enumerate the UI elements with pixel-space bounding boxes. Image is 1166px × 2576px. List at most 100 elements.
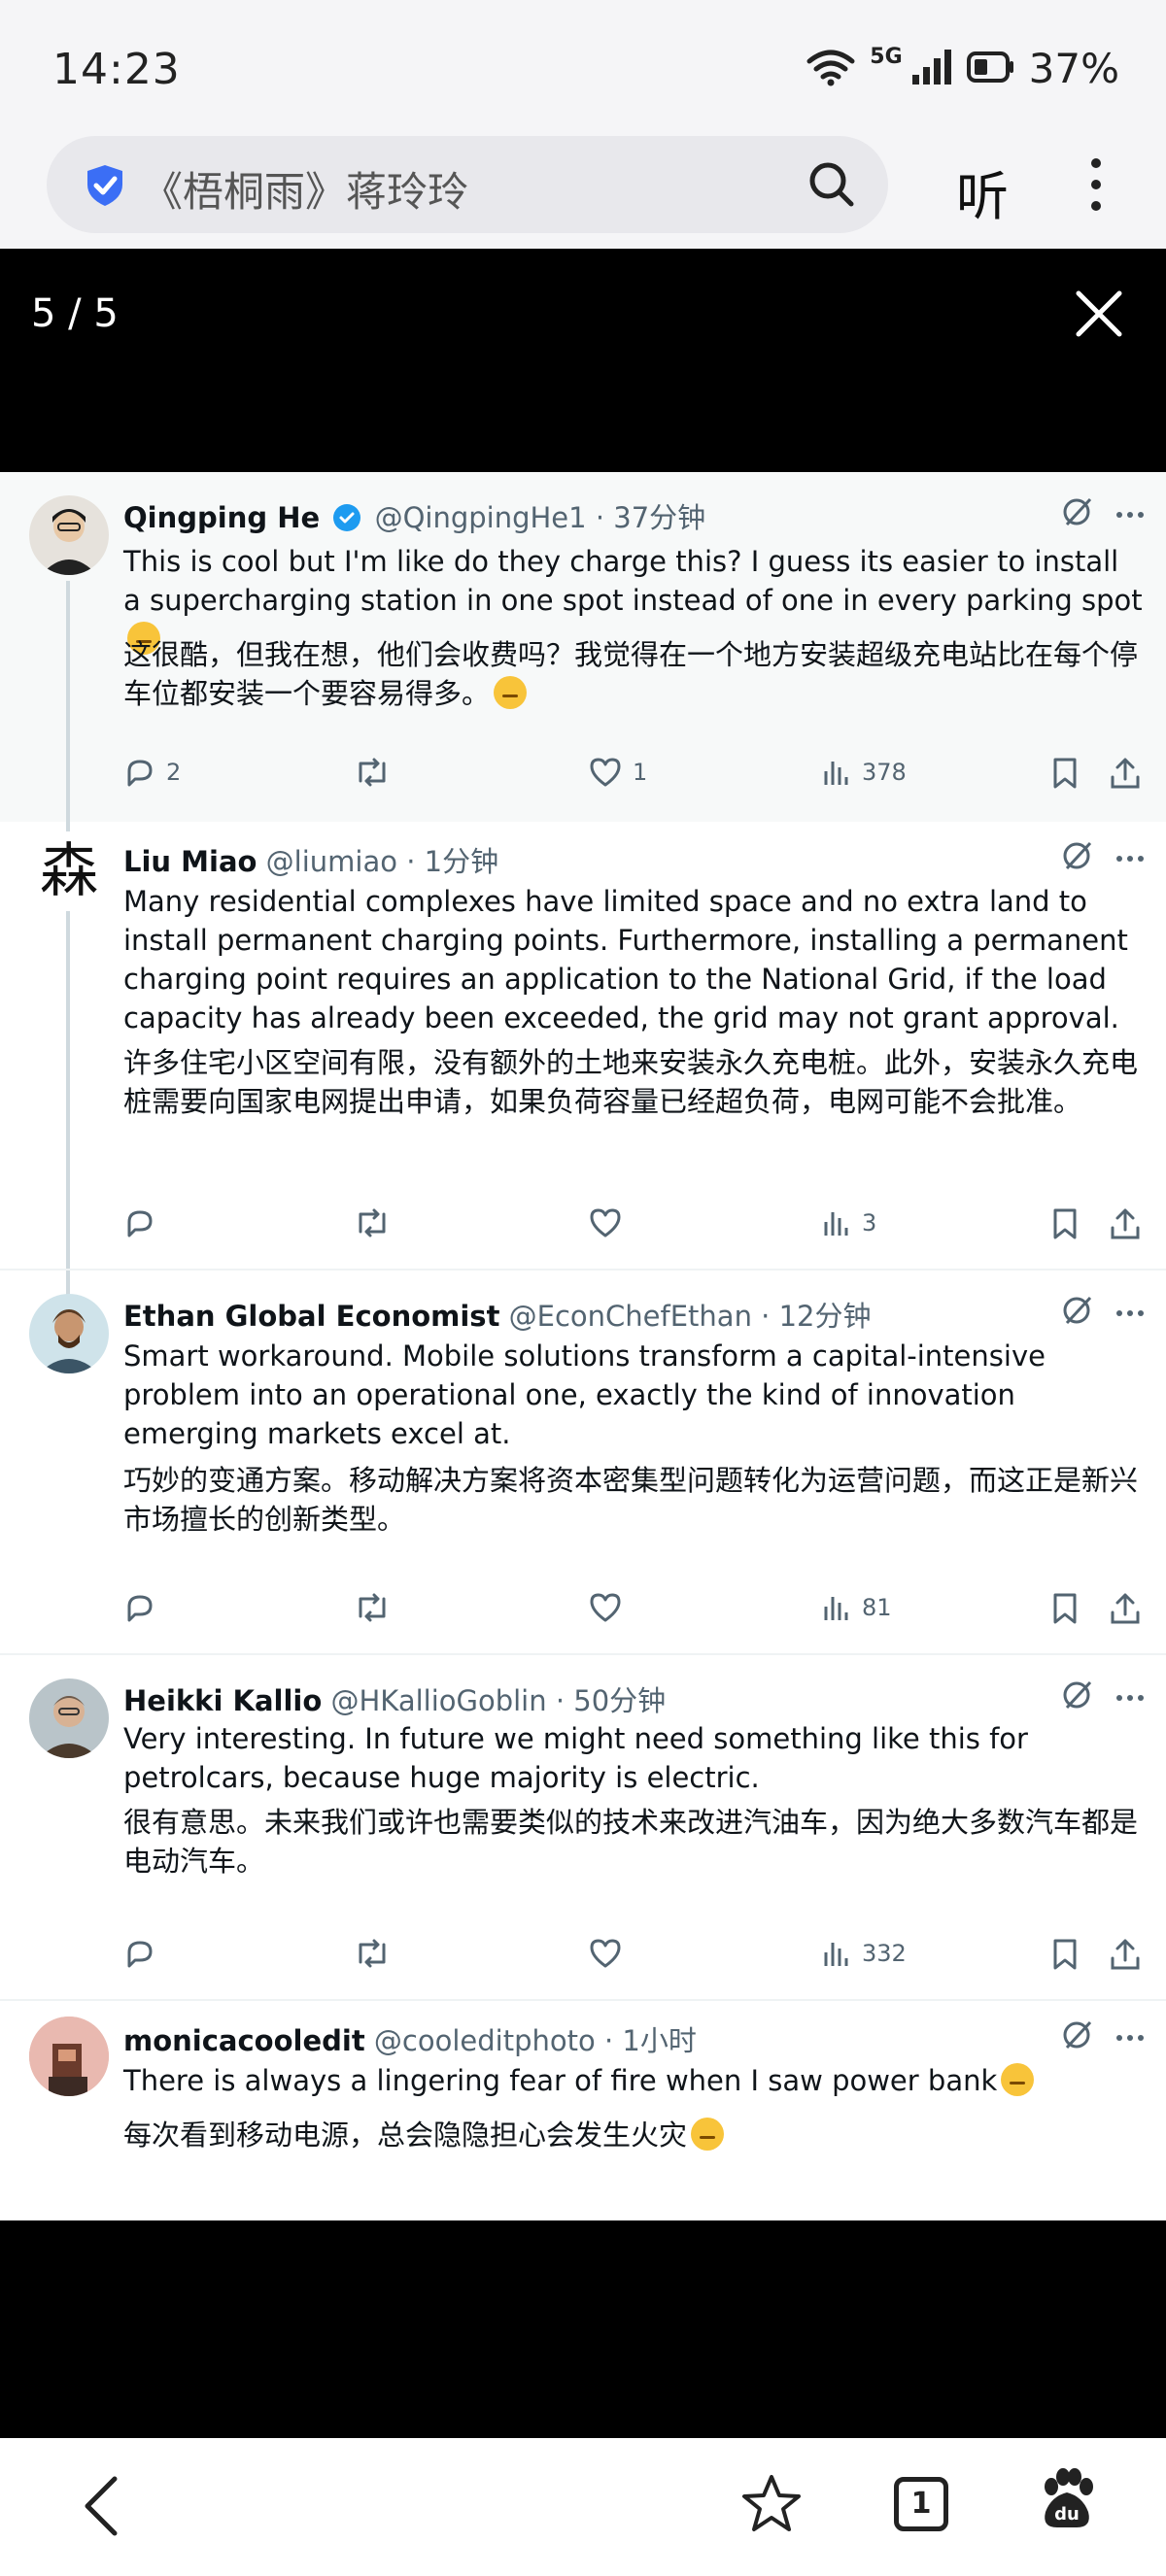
tweet-item: Qingping He @QingpingHe1 · 37分钟 This is … (0, 472, 1166, 1300)
author-name[interactable]: Ethan Global Economist (123, 1300, 499, 1333)
tweet-screenshot: Qingping He @QingpingHe1 · 37分钟 This is … (0, 472, 1166, 2220)
tweet-actions: 332 (123, 1937, 1153, 1976)
author-name[interactable]: Liu Miao (123, 845, 257, 878)
author-handle[interactable]: @QingpingHe1 (375, 501, 587, 534)
tweet-time: 50分钟 (573, 1684, 667, 1717)
grok-icon[interactable] (1061, 839, 1094, 876)
tweet-time: 1小时 (622, 2024, 697, 2057)
baidu-paw-icon[interactable]: du (1038, 2467, 1096, 2535)
author-handle[interactable]: @EconChefEthan (509, 1300, 752, 1333)
like-button[interactable]: 1 (588, 756, 647, 789)
tweet-header: monicacooledit @cooleditphoto · 1小时 (123, 2024, 697, 2057)
like-button[interactable] (588, 1591, 633, 1624)
more-vertical-icon[interactable] (1079, 155, 1114, 218)
grok-icon[interactable] (1061, 1294, 1094, 1331)
worried-emoji-icon (691, 2118, 725, 2151)
retweet-button[interactable] (353, 756, 401, 789)
share-icon[interactable] (1109, 756, 1142, 791)
tweet-text: Very interesting. In future we might nee… (123, 1722, 1028, 1794)
listen-button[interactable]: 听 (956, 153, 1009, 230)
avatar[interactable] (29, 1294, 109, 1373)
reply-button[interactable] (123, 1591, 166, 1624)
share-icon[interactable] (1109, 1206, 1142, 1241)
share-icon[interactable] (1109, 1937, 1142, 1972)
more-horizontal-icon[interactable] (1115, 1304, 1145, 1322)
like-icon (590, 1208, 621, 1237)
more-horizontal-icon[interactable] (1115, 849, 1145, 867)
battery-icon (966, 50, 1015, 88)
more-horizontal-icon[interactable] (1115, 1688, 1145, 1707)
reply-count: 2 (166, 759, 182, 786)
battery-percent: 37% (1028, 45, 1119, 92)
tweet-header: Liu Miao @liumiao · 1分钟 (123, 845, 499, 878)
avatar[interactable] (29, 2017, 109, 2096)
views-button[interactable]: 3 (821, 1206, 876, 1239)
author-name[interactable]: Heikki Kallio (123, 1684, 322, 1717)
verified-badge-icon (332, 503, 361, 539)
avatar[interactable] (29, 495, 109, 575)
tweet-translation: 许多住宅小区空间有限，没有额外的土地来安装永久充电桩。此外，安装永久充电桩需要向… (123, 1046, 1139, 1118)
more-horizontal-icon[interactable] (1115, 2028, 1145, 2047)
tweet-text: Smart workaround. Mobile solutions trans… (123, 1339, 1046, 1450)
retweet-button[interactable] (353, 1206, 401, 1239)
like-icon (590, 1593, 621, 1622)
retweet-icon (359, 1208, 386, 1237)
tweet-translation: 很有意思。未来我们或许也需要类似的技术来改进汽油车，因为绝大多数汽车都是电动汽车… (123, 1806, 1139, 1878)
unamused-emoji-icon (494, 676, 528, 709)
bookmark-icon[interactable] (1050, 1591, 1080, 1626)
views-icon (824, 1212, 848, 1236)
back-icon[interactable] (78, 2475, 126, 2541)
more-horizontal-icon[interactable] (1115, 505, 1145, 524)
views-button[interactable]: 81 (821, 1591, 892, 1624)
avatar[interactable] (29, 1678, 109, 1758)
close-icon[interactable] (1075, 289, 1123, 342)
reply-button[interactable] (123, 1206, 166, 1239)
bookmark-icon[interactable] (1050, 1937, 1080, 1972)
tweet-time: 12分钟 (778, 1300, 872, 1333)
tweet-time: 1分钟 (424, 845, 499, 878)
avatar[interactable]: 森 (29, 831, 109, 911)
tweet-actions: 81 (123, 1591, 1153, 1630)
tweet-translation: 每次看到移动电源，总会隐隐担心会发生火灾 (123, 2118, 688, 2152)
retweet-icon (359, 758, 386, 787)
bookmark-icon[interactable] (1050, 1206, 1080, 1241)
avatar-glyph: 森 (40, 837, 98, 905)
share-icon[interactable] (1109, 1591, 1142, 1626)
reply-button[interactable]: 2 (123, 756, 181, 789)
star-icon[interactable] (740, 2473, 803, 2539)
retweet-button[interactable] (353, 1591, 401, 1624)
tabs-button[interactable]: 1 (894, 2477, 948, 2531)
grok-icon[interactable] (1061, 1678, 1094, 1715)
reply-button[interactable] (123, 1937, 166, 1970)
tweet-menu (1061, 1678, 1145, 1715)
reply-icon (127, 760, 153, 787)
image-counter: 5 / 5 (31, 291, 119, 336)
like-button[interactable] (588, 1206, 633, 1239)
bookmark-icon[interactable] (1050, 756, 1080, 791)
views-button[interactable]: 332 (821, 1937, 907, 1970)
tweet-header: Heikki Kallio @HKallioGoblin · 50分钟 (123, 1684, 667, 1717)
tweet-text: This is cool but I'm like do they charge… (123, 545, 1143, 617)
author-handle[interactable]: @liumiao (266, 845, 397, 878)
author-handle[interactable]: @HKallioGoblin (331, 1684, 547, 1717)
views-button[interactable]: 378 (821, 756, 907, 789)
author-name[interactable]: Qingping He (123, 501, 320, 534)
reply-icon (127, 1941, 153, 1968)
retweet-button[interactable] (353, 1937, 401, 1970)
status-bar: 14:23 5G 37% (0, 0, 1166, 136)
author-handle[interactable]: @cooleditphoto (374, 2024, 596, 2057)
status-icons: 5G 37% (806, 45, 1119, 92)
grok-icon[interactable] (1061, 2018, 1094, 2055)
address-bar[interactable]: 《梧桐雨》蒋玲玲 (47, 136, 888, 233)
view-count: 378 (862, 759, 907, 786)
author-name[interactable]: monicacooledit (123, 2024, 365, 2057)
like-button[interactable] (588, 1937, 633, 1970)
view-count: 3 (862, 1209, 877, 1237)
tweet-menu (1061, 839, 1145, 876)
tweet-header: Ethan Global Economist @EconChefEthan · … (123, 1300, 872, 1333)
search-icon[interactable] (806, 159, 857, 214)
grok-icon[interactable] (1061, 495, 1094, 532)
browser-bottom-nav: 1 du (0, 2438, 1166, 2576)
address-text[interactable]: 《梧桐雨》蒋玲玲 (142, 159, 468, 219)
tweet-menu (1061, 1294, 1145, 1331)
